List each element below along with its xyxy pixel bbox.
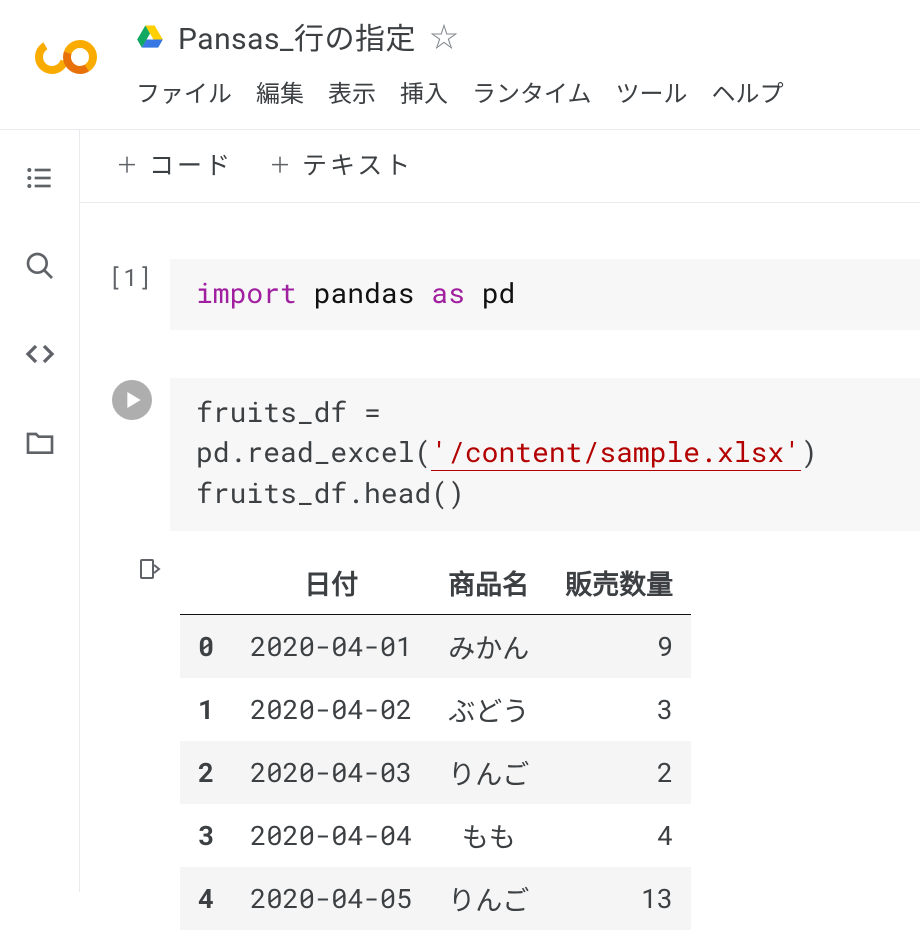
- code-snippets-icon[interactable]: [24, 338, 56, 370]
- table-header-row: 日付 商品名 販売数量: [180, 551, 691, 615]
- code-editor[interactable]: fruits_df = pd.read_excel('/content/samp…: [170, 378, 920, 532]
- cell-name: りんご: [430, 741, 547, 804]
- menu-tools[interactable]: ツール: [616, 74, 688, 109]
- alias-name: pd: [482, 274, 516, 311]
- cell-output: 日付 商品名 販売数量 0 2020-04-01 みかん 9: [98, 551, 920, 930]
- notebook-panel: ＋ コード ＋ テキスト [1] import pandas as pd: [80, 130, 920, 892]
- plus-icon: ＋: [269, 148, 294, 180]
- module-name: pandas: [314, 274, 415, 311]
- drive-icon: [136, 22, 164, 50]
- output-collapse-icon[interactable]: [138, 566, 162, 585]
- column-header: 商品名: [430, 551, 547, 615]
- menu-runtime[interactable]: ランタイム: [472, 74, 592, 109]
- add-code-label: コード: [149, 146, 233, 182]
- cell-date: 2020-04-04: [232, 804, 430, 867]
- table-row: 4 2020-04-05 りんご 13: [180, 867, 691, 930]
- string-literal: '/content/sample.xlsx': [431, 433, 801, 471]
- notebook-title[interactable]: Pansas_行の指定: [178, 14, 416, 58]
- left-sidebar: [0, 130, 80, 892]
- table-row: 3 2020-04-04 もも 4: [180, 804, 691, 867]
- row-index: 0: [180, 615, 232, 679]
- star-icon[interactable]: ☆: [430, 16, 458, 56]
- cell-qty: 3: [547, 678, 691, 741]
- cell-date: 2020-04-03: [232, 741, 430, 804]
- code-cell[interactable]: [1] import pandas as pd: [98, 259, 920, 330]
- toc-icon[interactable]: [24, 162, 56, 194]
- keyword-import: import: [196, 274, 297, 311]
- menu-insert[interactable]: 挿入: [400, 74, 448, 109]
- cell-gutter: [98, 378, 170, 420]
- table-row: 1 2020-04-02 ぶどう 3: [180, 678, 691, 741]
- table-row: 2 2020-04-03 りんご 2: [180, 741, 691, 804]
- cell-qty: 4: [547, 804, 691, 867]
- notebook-header: Pansas_行の指定 ☆ ファイル 編集 表示 挿入 ランタイム ツール ヘル…: [0, 0, 920, 130]
- cell-date: 2020-04-01: [232, 615, 430, 679]
- row-index: 4: [180, 867, 232, 930]
- cell-qty: 2: [547, 741, 691, 804]
- dataframe-output: 日付 商品名 販売数量 0 2020-04-01 みかん 9: [180, 551, 691, 930]
- search-icon[interactable]: [24, 250, 56, 282]
- add-code-button[interactable]: ＋ コード: [116, 146, 233, 182]
- menu-edit[interactable]: 編集: [256, 74, 304, 109]
- cell-qty: 13: [547, 867, 691, 930]
- index-header: [180, 551, 232, 615]
- menubar: ファイル 編集 表示 挿入 ランタイム ツール ヘルプ: [136, 74, 920, 109]
- code-editor[interactable]: import pandas as pd: [170, 259, 920, 330]
- code-text: ): [801, 433, 818, 470]
- keyword-as: as: [431, 274, 465, 311]
- row-index: 2: [180, 741, 232, 804]
- cell-qty: 9: [547, 615, 691, 679]
- row-index: 3: [180, 804, 232, 867]
- insert-toolbar: ＋ コード ＋ テキスト: [80, 130, 920, 203]
- cell-name: りんご: [430, 867, 547, 930]
- cells-container: [1] import pandas as pd: [80, 203, 920, 930]
- title-area: Pansas_行の指定 ☆ ファイル 編集 表示 挿入 ランタイム ツール ヘル…: [136, 14, 920, 109]
- menu-help[interactable]: ヘルプ: [712, 74, 784, 109]
- code-text: fruits_df = pd.read_excel(: [196, 393, 431, 471]
- code-cell[interactable]: fruits_df = pd.read_excel('/content/samp…: [98, 378, 920, 532]
- colab-logo-icon: [32, 36, 100, 78]
- add-text-button[interactable]: ＋ テキスト: [269, 146, 413, 182]
- cell-date: 2020-04-02: [232, 678, 430, 741]
- menu-view[interactable]: 表示: [328, 74, 376, 109]
- cell-name: もも: [430, 804, 547, 867]
- cell-name: ぶどう: [430, 678, 547, 741]
- cell-name: みかん: [430, 615, 547, 679]
- menu-file[interactable]: ファイル: [136, 74, 232, 109]
- main-area: ＋ コード ＋ テキスト [1] import pandas as pd: [0, 130, 920, 892]
- run-button[interactable]: [112, 380, 152, 420]
- code-text: fruits_df.head(): [196, 473, 900, 514]
- plus-icon: ＋: [116, 148, 141, 180]
- files-icon[interactable]: [24, 426, 56, 458]
- column-header: 日付: [232, 551, 430, 615]
- table-row: 0 2020-04-01 みかん 9: [180, 615, 691, 679]
- column-header: 販売数量: [547, 551, 691, 615]
- add-text-label: テキスト: [302, 146, 413, 182]
- cell-date: 2020-04-05: [232, 867, 430, 930]
- row-index: 1: [180, 678, 232, 741]
- cell-exec-count: [1]: [98, 259, 170, 293]
